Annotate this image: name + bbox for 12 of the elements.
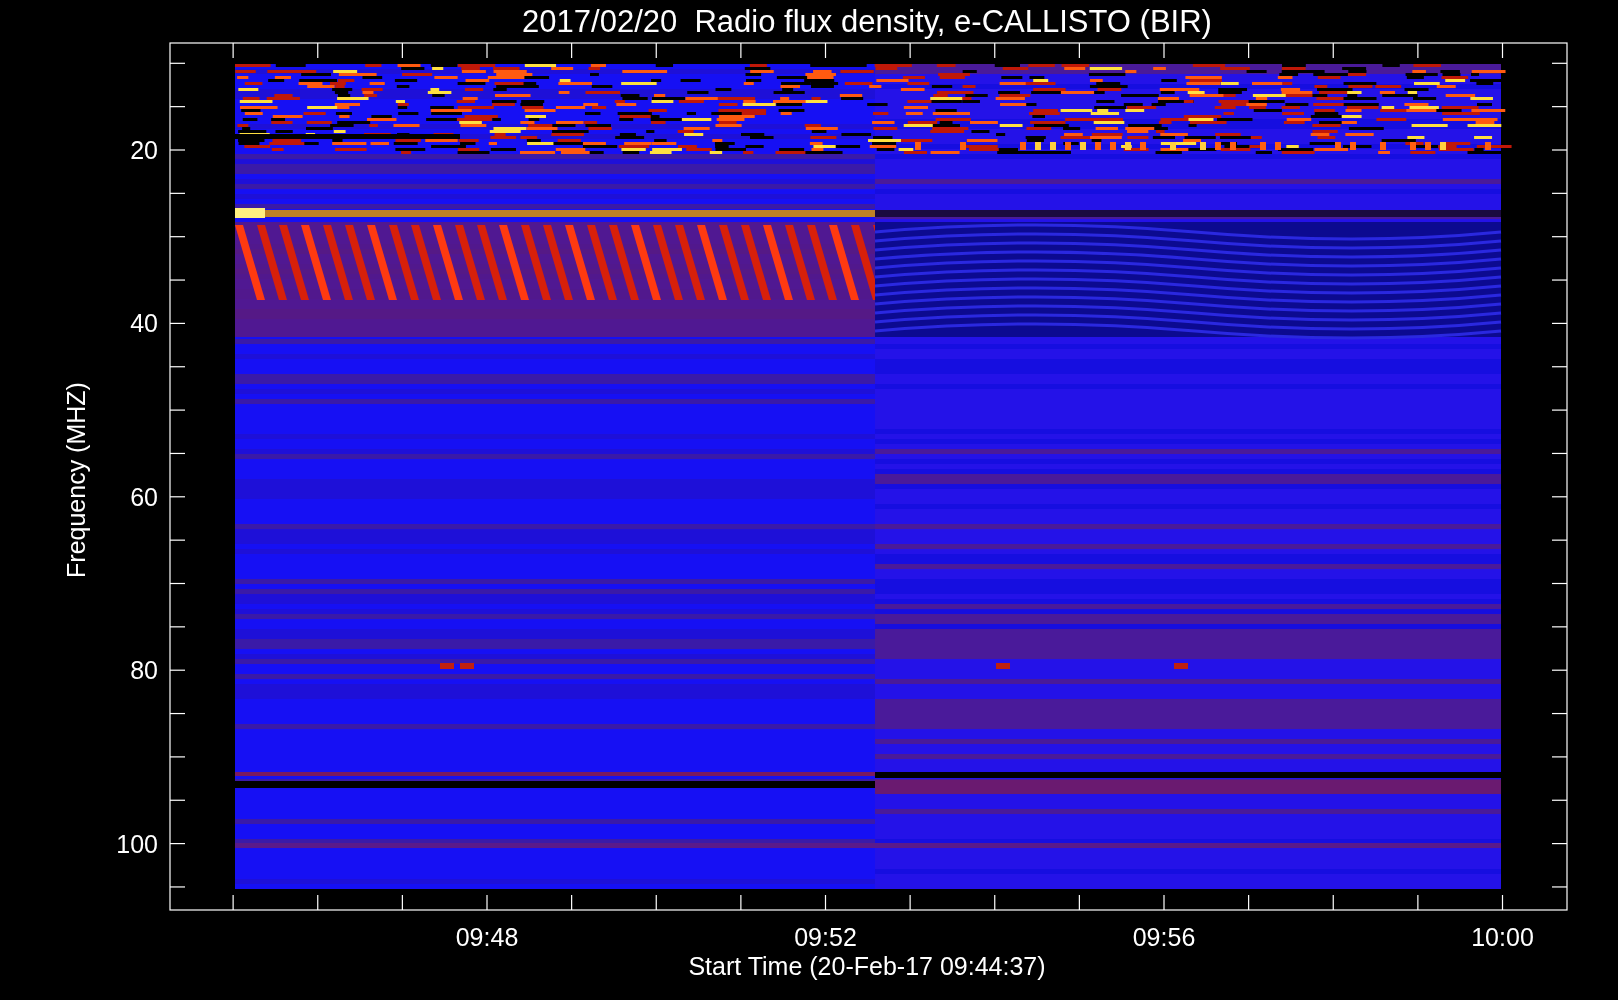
- y-tick-label: 40: [130, 309, 158, 338]
- x-tick-label: 10:00: [1471, 923, 1534, 951]
- chart-title: 2017/02/20 Radio flux density, e-CALLISTO (BIR): [522, 4, 1212, 39]
- x-tick-label: 09:52: [794, 923, 857, 951]
- x-tick-label: 09:56: [1132, 923, 1196, 951]
- y-tick-label: 60: [130, 482, 158, 511]
- y-tick-label: 80: [130, 656, 158, 685]
- y-axis-label: Frequency (MHZ): [62, 382, 90, 578]
- y-tick-label: 100: [116, 829, 158, 858]
- x-axis-label: Start Time (20-Feb-17 09:44:37): [688, 952, 1046, 980]
- x-tick-label: 09:48: [455, 923, 519, 951]
- y-tick-label: 20: [130, 136, 158, 164]
